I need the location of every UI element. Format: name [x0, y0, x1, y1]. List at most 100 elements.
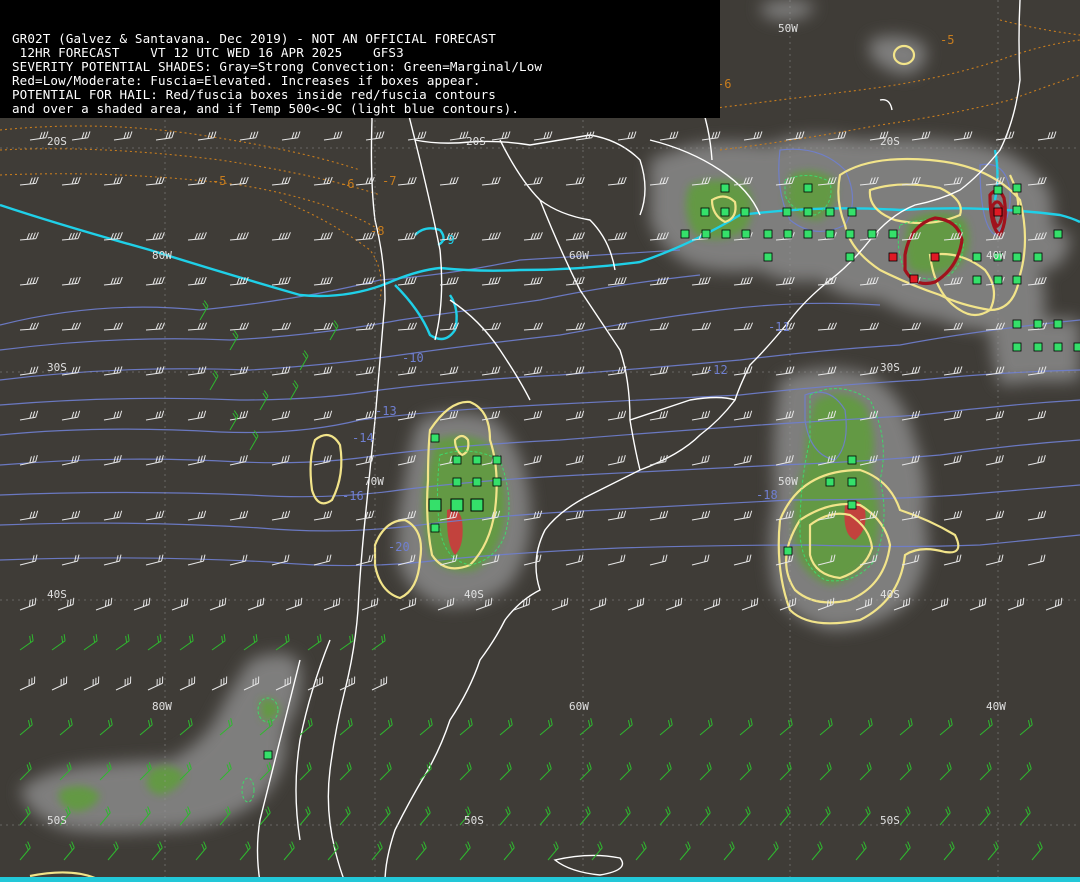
wind-barb [819, 718, 833, 736]
wind-barb [229, 176, 249, 186]
wind-barb [939, 718, 953, 736]
wind-barb [539, 762, 552, 781]
lat-label: 20S [880, 135, 900, 148]
wind-barb [953, 131, 973, 141]
wind-barb [691, 510, 711, 521]
wind-barb [1019, 762, 1032, 781]
wind-barb [313, 455, 332, 466]
green-box [1012, 205, 1022, 215]
wind-barb [19, 762, 32, 781]
wind-barb [313, 232, 333, 241]
green-box [888, 229, 898, 239]
wind-barb [313, 554, 332, 566]
green-box [763, 229, 773, 239]
wind-barb [271, 410, 291, 421]
lon-label: 60W [569, 700, 589, 713]
wind-barb [539, 806, 551, 826]
wind-barb [523, 410, 543, 421]
wind-barb [589, 597, 607, 611]
wind-barb [733, 322, 753, 331]
lat-label: 50S [880, 814, 900, 827]
wind-barb [397, 322, 417, 331]
green-box [803, 183, 813, 193]
green-box [993, 275, 1003, 285]
contour-label: -13 [375, 404, 397, 418]
lat-label: 50S [47, 814, 67, 827]
wind-barb [99, 718, 113, 736]
wind-barb [229, 410, 249, 421]
wind-barb [145, 554, 164, 566]
green-box [740, 207, 750, 217]
green-box [1012, 275, 1022, 285]
green-box [847, 455, 857, 465]
wind-barb [103, 176, 123, 186]
wind-barb [271, 510, 291, 521]
wind-barb [979, 718, 993, 736]
contour-label: -9 [440, 233, 454, 247]
wind-barb [565, 410, 585, 421]
wind-barb [247, 597, 265, 611]
wind-barb [29, 131, 49, 141]
wind-barb [565, 232, 585, 241]
lat-label: 40S [464, 588, 484, 601]
wind-barb [187, 554, 206, 566]
wind-barb [281, 131, 301, 141]
wind-barb [859, 762, 872, 781]
wind-barb [985, 410, 1005, 421]
wind-barb [703, 597, 721, 611]
wind-barb [313, 276, 333, 286]
wind-barb [607, 455, 626, 466]
contour-label: -6 [340, 177, 354, 191]
green-box [450, 498, 464, 512]
wind-barb [187, 176, 207, 186]
wind-barb [439, 176, 459, 186]
wind-barb [533, 131, 553, 141]
wind-barb [779, 718, 793, 736]
wind-barb [767, 841, 779, 861]
wind-barb [733, 276, 753, 286]
wind-barb [51, 676, 68, 691]
wind-barb [659, 762, 672, 781]
wind-barb [985, 510, 1005, 521]
wind-barb [187, 276, 207, 286]
wind-barb [61, 176, 81, 186]
wind-barb [579, 762, 592, 781]
wind-barb [61, 410, 81, 421]
wind-barb [151, 841, 163, 861]
green-box [763, 252, 773, 262]
wind-barb [1027, 410, 1047, 421]
wind-barb [147, 676, 164, 691]
wind-barb [103, 276, 123, 286]
lon-label: 80W [152, 249, 172, 262]
wind-barb [51, 634, 66, 651]
wind-barb [19, 806, 31, 826]
lon-label: 40W [986, 700, 1006, 713]
lat-label: 20S [466, 135, 486, 148]
wind-barb [591, 841, 603, 861]
wind-barb [19, 597, 37, 611]
wind-barb [617, 131, 637, 141]
wind-barb [659, 806, 671, 826]
wind-barb [187, 410, 207, 421]
green-box [783, 546, 793, 556]
wind-barb [607, 232, 627, 241]
wind-barb [619, 718, 633, 736]
wind-barb [699, 762, 712, 781]
wind-barb [61, 554, 80, 566]
wind-barb [339, 634, 354, 651]
green-box [847, 207, 857, 217]
wind-barb [397, 232, 417, 241]
wind-barb [209, 370, 219, 391]
wind-barb [307, 634, 322, 651]
wind-barb [187, 510, 207, 521]
wind-barb [565, 455, 584, 466]
gray-strong-convection-areas [20, 0, 1080, 833]
wind-barb [565, 554, 584, 566]
wind-barb [607, 176, 627, 186]
wind-barb [107, 841, 119, 861]
wind-barb [379, 762, 392, 781]
wind-barb [619, 762, 632, 781]
wind-barb [339, 806, 351, 826]
wind-barb [259, 806, 271, 826]
header-hail-line: and over a shaded area, and if Temp 500<… [12, 101, 520, 116]
